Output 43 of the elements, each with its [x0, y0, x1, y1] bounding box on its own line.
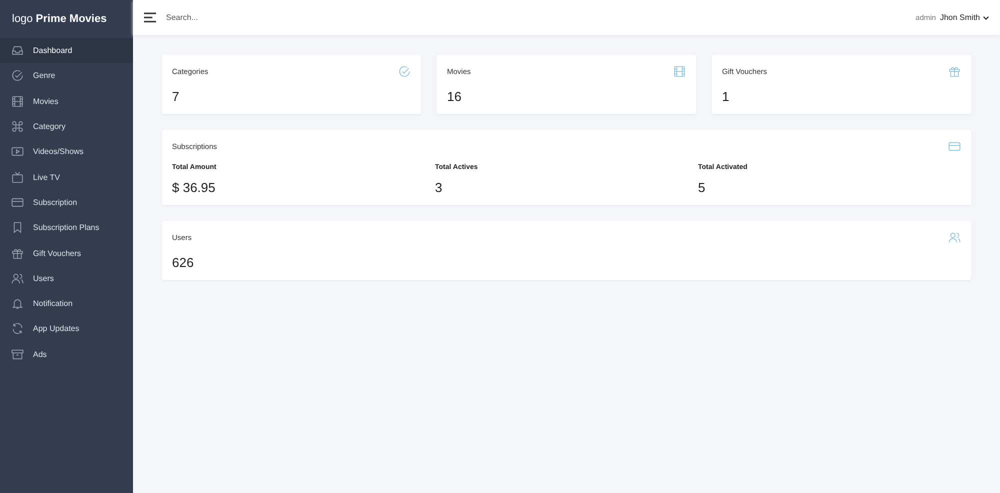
archive-icon [11, 348, 24, 361]
bookmark-icon [11, 221, 24, 234]
inbox-icon [11, 44, 24, 58]
metric-value: 5 [698, 180, 706, 195]
users-icon [948, 231, 961, 244]
sidebar-item[interactable]: Dashboard [0, 38, 133, 64]
check-circle-icon [11, 69, 24, 82]
sidebar-item[interactable]: Subscription Plans [0, 215, 133, 240]
check-circle-icon [398, 65, 411, 78]
sidebar-item[interactable]: Videos/Shows [0, 139, 133, 164]
sidebar-item[interactable]: Genre [0, 63, 133, 89]
credit-card-icon [948, 140, 961, 153]
metric-value: 3 [435, 180, 444, 195]
stat-value: 1 [722, 89, 730, 104]
stat-value: 7 [172, 89, 180, 104]
sidebar-item[interactable]: Live TV [0, 164, 133, 190]
sidebar-item[interactable]: Users [0, 266, 133, 291]
tv-icon [11, 170, 24, 184]
users-icon [11, 272, 24, 285]
stat-value: 626 [172, 255, 195, 270]
sidebar-item[interactable]: Category [0, 114, 133, 140]
sidebar-item[interactable]: App Updates [0, 316, 133, 342]
film-icon [673, 65, 686, 78]
sidebar-item[interactable]: Subscription [0, 190, 133, 216]
logo-text: logo [12, 13, 33, 25]
gift-icon [11, 246, 24, 260]
refresh-icon [11, 322, 24, 336]
menu-icon[interactable] [144, 12, 157, 23]
sidebar-item[interactable]: Ads [0, 342, 133, 367]
stat-value: 16 [447, 89, 462, 104]
caret-icon [983, 16, 989, 20]
command-icon [11, 120, 24, 134]
user-menu[interactable]: Jhon Smith [936, 13, 989, 22]
film-icon [11, 94, 24, 108]
sidebar-item[interactable]: Gift Vouchers [0, 240, 133, 266]
sidebar-item[interactable]: Notification [0, 290, 133, 316]
sidebar-item[interactable]: Movies [0, 88, 133, 114]
app-name: Prime Movies [36, 13, 107, 25]
credit-card-icon [11, 196, 24, 209]
metric-value: $ 36.95 [172, 180, 216, 195]
video-icon [11, 145, 24, 158]
gift-icon [948, 65, 961, 78]
bell-icon [11, 297, 24, 310]
